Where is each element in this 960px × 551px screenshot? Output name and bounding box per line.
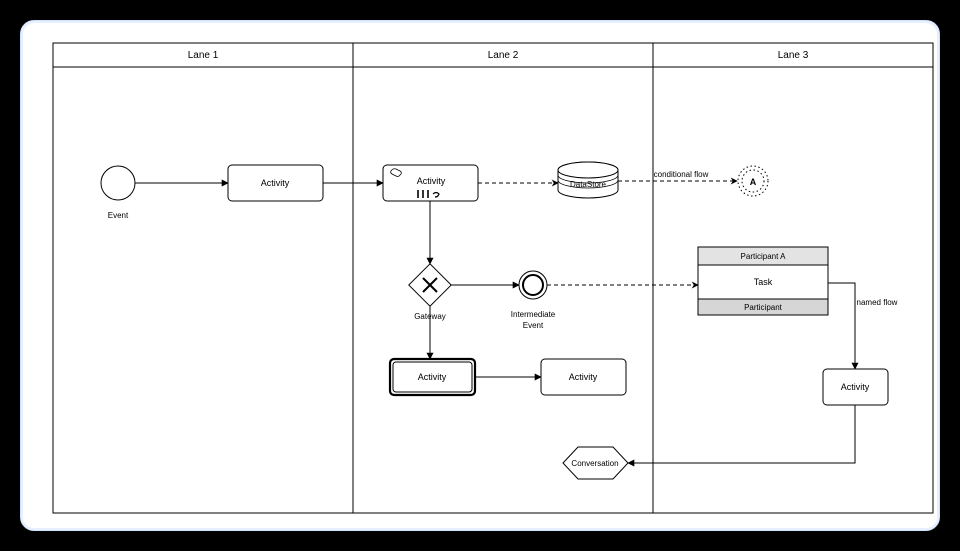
participant-header: Participant A — [741, 252, 787, 261]
conversation[interactable]: Conversation — [563, 447, 628, 479]
activity-d-label: Activity — [569, 372, 598, 382]
datastore-label: DataStore — [570, 180, 607, 189]
flow-e-to-conversation — [628, 405, 855, 463]
start-event[interactable]: Event — [101, 166, 135, 220]
intermediate-event-label-2: Event — [523, 321, 544, 330]
lane2-title: Lane 2 — [488, 50, 519, 61]
start-event-label: Event — [108, 211, 129, 220]
activity-b[interactable]: Activity — [383, 165, 478, 201]
activity-c[interactable]: Activity — [390, 359, 475, 395]
flow-participant-to-e — [828, 283, 855, 369]
activity-e[interactable]: Activity — [823, 369, 888, 405]
activity-a-label: Activity — [261, 178, 290, 188]
named-flow-label: named flow — [857, 298, 898, 307]
lane1-title: Lane 1 — [188, 50, 219, 61]
conditional-flow-label: conditional flow — [654, 170, 709, 179]
activity-b-label: Activity — [417, 176, 446, 186]
window-frame: Lane 1 Lane 2 Lane 3 Event — [14, 14, 946, 537]
datastore[interactable]: DataStore — [558, 162, 618, 198]
participant-body: Task — [754, 277, 773, 287]
activity-a[interactable]: Activity — [228, 165, 323, 201]
diagram-card: Lane 1 Lane 2 Lane 3 Event — [20, 20, 940, 531]
bpmn-diagram: Lane 1 Lane 2 Lane 3 Event — [43, 33, 940, 531]
diagram-viewport[interactable]: Lane 1 Lane 2 Lane 3 Event — [43, 33, 939, 530]
activity-c-label: Activity — [418, 372, 447, 382]
participant-footer: Participant — [744, 303, 783, 312]
conversation-label: Conversation — [571, 459, 618, 468]
intermediate-event-label-1: Intermediate — [511, 310, 556, 319]
target-a-label: A — [750, 177, 757, 187]
participant-block[interactable]: Participant A Task Participant — [698, 247, 828, 315]
target-a[interactable]: A — [738, 166, 768, 196]
lane3-title: Lane 3 — [778, 50, 809, 61]
activity-d[interactable]: Activity — [541, 359, 626, 395]
activity-e-label: Activity — [841, 382, 870, 392]
intermediate-event[interactable]: Intermediate Event — [511, 271, 556, 330]
